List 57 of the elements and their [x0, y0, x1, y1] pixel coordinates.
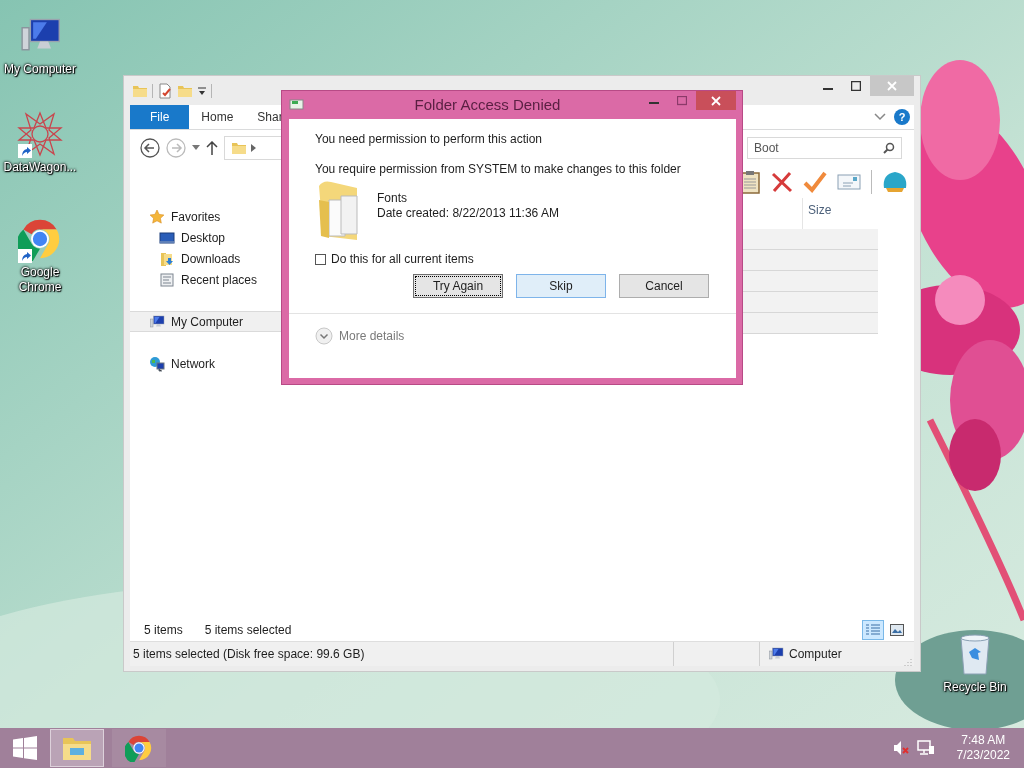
shell-icon[interactable]: [882, 170, 908, 194]
network-icon: [149, 355, 165, 372]
help-icon[interactable]: ?: [894, 109, 910, 125]
chevron-icon: [251, 144, 256, 152]
computer-icon: [768, 646, 784, 662]
dialog-button[interactable]: Cancel: [619, 274, 709, 298]
location-text: Computer: [789, 647, 842, 661]
delete-cross-icon[interactable]: [771, 171, 793, 193]
status-text: 5 items selected (Disk free space: 99.6 GB): [133, 647, 365, 661]
dialog-heading: You need permission to perform this action: [314, 132, 543, 146]
dialog-button[interactable]: Skip: [516, 274, 606, 298]
chrome-icon: [125, 734, 153, 762]
checkbox[interactable]: [315, 253, 326, 265]
computer-icon: [149, 313, 165, 330]
recycle-bin-icon: [958, 632, 992, 676]
search-icon: [883, 142, 895, 154]
close-button[interactable]: [696, 91, 736, 110]
dialog-app-icon: [289, 98, 305, 112]
large-icons-view-icon: [890, 624, 904, 636]
resize-grip-icon[interactable]: [904, 658, 912, 666]
search-field[interactable]: Boot: [747, 137, 902, 159]
taskbar-app-button[interactable]: [112, 729, 166, 767]
back-icon[interactable]: [140, 138, 160, 158]
star-pattern-icon: [17, 111, 63, 157]
close-icon: [887, 81, 897, 91]
checkmark-icon[interactable]: [803, 171, 827, 193]
recent-places-icon: [159, 271, 175, 288]
recent-locations-caret-icon[interactable]: [192, 145, 200, 151]
checkbox-label[interactable]: Do this for all current items: [331, 252, 474, 266]
star-icon: [149, 208, 165, 225]
dialog-message: You require permission from SYSTEM to make changes to this folder: [314, 162, 682, 176]
more-details-link[interactable]: More details: [339, 329, 405, 343]
properties-icon[interactable]: [157, 82, 173, 99]
expand-ribbon-icon[interactable]: [874, 113, 886, 121]
folder-icon: [231, 140, 247, 156]
selection-count: 5 items selected: [204, 623, 292, 637]
date-created: Date created: 8/22/2013 11:36 AM: [377, 205, 559, 220]
card-icon[interactable]: [837, 173, 861, 191]
dialog-button[interactable]: Try Again: [413, 274, 503, 298]
file-name: Fonts: [377, 190, 408, 205]
up-arrow-icon[interactable]: [206, 141, 218, 155]
customize-caret-icon[interactable]: [197, 85, 207, 96]
expand-chevron-icon[interactable]: [315, 327, 333, 345]
details-view-icon: [866, 624, 880, 636]
maximize-icon[interactable]: [851, 81, 861, 91]
downloads-folder-icon: [159, 250, 175, 267]
desktop-icon: [159, 229, 175, 246]
windows-start-icon[interactable]: [13, 736, 37, 760]
muted-speaker-icon[interactable]: [892, 740, 909, 756]
close-icon: [711, 95, 721, 106]
file-menu-tab[interactable]: File: [130, 105, 190, 129]
folder-icon: [317, 180, 361, 242]
file-explorer-icon: [62, 735, 92, 761]
item-count: 5 items: [144, 623, 183, 637]
ribbon-tab[interactable]: Home: [189, 105, 246, 129]
dialog-title: Folder Access Denied: [413, 95, 562, 113]
network-icon[interactable]: [916, 740, 935, 756]
